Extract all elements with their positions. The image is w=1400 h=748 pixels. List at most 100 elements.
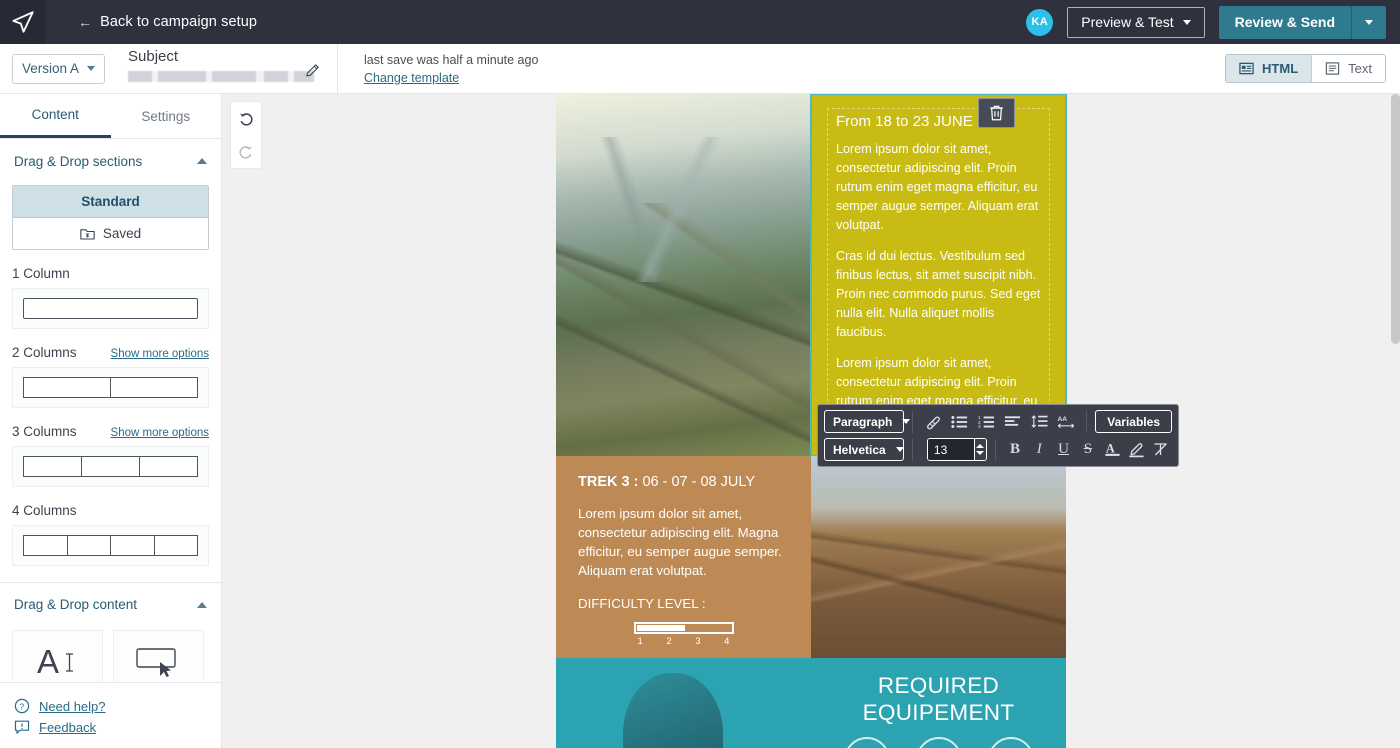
divider: [994, 438, 996, 461]
hiker-in-teal-photo[interactable]: [556, 658, 811, 748]
trash-icon: [990, 105, 1003, 121]
review-and-send-dropdown-button[interactable]: [1352, 5, 1386, 39]
app-logo[interactable]: [0, 0, 45, 44]
text-align-icon[interactable]: [1001, 410, 1026, 433]
text-color-button[interactable]: A: [1101, 438, 1123, 461]
backpack-icon[interactable]: [987, 737, 1034, 748]
column-group-3: 3 Columns Show more options: [12, 424, 209, 487]
column-group-1: 1 Column: [12, 266, 209, 329]
svg-text:A: A: [1106, 441, 1115, 455]
preview-and-test-button[interactable]: Preview & Test: [1067, 6, 1205, 38]
tab-settings[interactable]: Settings: [111, 94, 222, 138]
subject-value-redacted: [128, 70, 318, 82]
view-mode-toggle: HTML Text: [1225, 54, 1386, 83]
text-view-icon: [1325, 62, 1340, 75]
font-family-select[interactable]: Helvetica: [824, 438, 904, 461]
svg-text:AA: AA: [1057, 416, 1067, 423]
show-more-options-2[interactable]: Show more options: [111, 348, 209, 360]
svg-text:A: A: [37, 643, 59, 680]
drag-drop-content-header[interactable]: Drag & Drop content: [0, 582, 221, 626]
column-cell: [111, 377, 198, 398]
email-row-1: From 18 to 23 JUNE Lorem ipsum dolor sit…: [556, 94, 1067, 457]
divider: [1086, 410, 1088, 433]
send-paper-plane-icon: [11, 11, 34, 33]
boot-icon[interactable]: [915, 737, 962, 748]
line-height-icon[interactable]: [1027, 410, 1052, 433]
canvas-scrollbar[interactable]: [1391, 94, 1400, 748]
equipment-title: REQUIRED EQUIPEMENT: [811, 672, 1066, 726]
column-label: 4 Columns: [12, 503, 77, 518]
paragraph-style-select[interactable]: Paragraph: [824, 410, 911, 433]
undo-button[interactable]: [237, 110, 255, 128]
user-avatar[interactable]: KA: [1026, 8, 1054, 36]
mountain-ridge-photo[interactable]: [556, 94, 811, 456]
last-save-text: last save was half a minute ago: [364, 52, 539, 67]
saved-label: Saved: [102, 226, 142, 241]
variables-button[interactable]: Variables: [1095, 410, 1172, 433]
back-to-campaign-setup-link[interactable]: ← Back to campaign setup: [78, 14, 257, 30]
section-type-standard[interactable]: Standard: [13, 186, 208, 218]
font-size-input[interactable]: [927, 439, 974, 460]
svg-text:3: 3: [978, 424, 981, 429]
rte-row-2: Helvetica B I U S A: [824, 438, 1172, 461]
strikethrough-button[interactable]: S: [1077, 438, 1099, 461]
html-label: HTML: [1262, 61, 1299, 76]
spinner-down-icon: [976, 451, 985, 455]
goggles-icon[interactable]: [843, 737, 890, 748]
divider: [912, 410, 913, 433]
version-selector[interactable]: Version A: [12, 53, 105, 84]
delete-block-button[interactable]: [978, 98, 1015, 128]
bold-button[interactable]: B: [1004, 438, 1026, 461]
column-label: 2 Columns: [12, 345, 77, 360]
chevron-down-icon: [1365, 19, 1373, 25]
italic-button[interactable]: I: [1028, 438, 1050, 461]
underline-button[interactable]: U: [1052, 438, 1074, 461]
bulleted-list-icon[interactable]: [948, 410, 973, 433]
drag-drop-sections-header[interactable]: Drag & Drop sections: [0, 139, 221, 183]
redo-button[interactable]: [237, 143, 255, 161]
numbered-list-icon[interactable]: 1 2 3: [974, 410, 999, 433]
tab-content[interactable]: Content: [0, 94, 111, 138]
clear-formatting-icon[interactable]: [921, 410, 946, 433]
chevron-down-icon: [902, 419, 911, 424]
undo-arrow-icon: [240, 112, 253, 126]
column-cell: [140, 456, 198, 477]
trek-text-block[interactable]: TREK 3 : 06 - 07 - 08 JULY Lorem ipsum d…: [556, 456, 811, 658]
chevron-down-icon: [87, 66, 96, 71]
letter-spacing-icon[interactable]: AA: [1054, 410, 1079, 433]
need-help-link[interactable]: ? Need help?: [14, 698, 208, 714]
column-cell: [23, 377, 111, 398]
column-preview-2[interactable]: [12, 367, 209, 408]
yellow-text-block[interactable]: From 18 to 23 JUNE Lorem ipsum dolor sit…: [810, 94, 1067, 457]
column-cell: [154, 535, 198, 556]
highlight-color-button[interactable]: [1125, 438, 1147, 461]
rich-text-toolbar: Paragraph 1 2 3 AA Variables Helvetica 1…: [817, 404, 1179, 467]
subject-block: Subject: [128, 43, 338, 94]
pencil-icon[interactable]: [304, 62, 321, 84]
button-pointer-icon: [135, 648, 176, 677]
chevron-down-icon: [1182, 19, 1191, 25]
change-template-link[interactable]: Change template: [364, 71, 538, 85]
back-label: Back to campaign setup: [100, 14, 258, 30]
column-preview-3[interactable]: [12, 446, 209, 487]
trek-paragraph: Lorem ipsum dolor sit amet, consectetur …: [578, 506, 782, 578]
yellow-paragraph: Lorem ipsum dolor sit amet, consectetur …: [836, 142, 1039, 232]
font-size-spinner[interactable]: [973, 439, 986, 460]
equipment-title-line1: REQUIRED: [877, 673, 1000, 698]
equipment-icons: [811, 737, 1066, 748]
required-equipment-block[interactable]: REQUIRED EQUIPEMENT: [811, 658, 1066, 748]
section-type-saved[interactable]: Saved: [13, 218, 208, 249]
feedback-bubble-icon: [14, 720, 30, 734]
remove-format-button[interactable]: [1150, 438, 1172, 461]
review-and-send-button[interactable]: Review & Send: [1218, 5, 1352, 39]
column-preview-1[interactable]: [12, 288, 209, 329]
show-more-options-3[interactable]: Show more options: [111, 427, 209, 439]
feedback-link[interactable]: Feedback: [14, 719, 208, 735]
tab-text-view[interactable]: Text: [1311, 55, 1385, 82]
column-cell: [67, 535, 111, 556]
desert-canyon-photo[interactable]: [811, 456, 1066, 658]
tab-html-view[interactable]: HTML: [1226, 55, 1312, 82]
trek-title-rest: 06 - 07 - 08 JULY: [638, 474, 756, 490]
column-preview-4[interactable]: [12, 525, 209, 566]
preview-test-label: Preview & Test: [1081, 14, 1174, 30]
